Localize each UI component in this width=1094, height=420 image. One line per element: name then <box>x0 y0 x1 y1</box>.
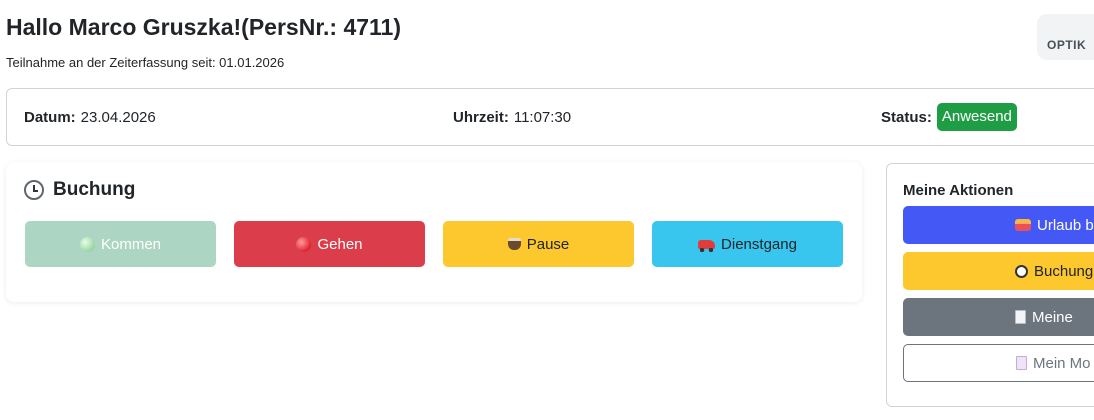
pause-label: Pause <box>526 235 570 253</box>
kommen-label: Kommen <box>100 235 162 253</box>
date-info: Datum: 23.04.2026 <box>24 89 156 145</box>
info-bar: Datum: 23.04.2026 Uhrzeit: 11:07:30 Stat… <box>6 88 1094 146</box>
gehen-button[interactable]: Gehen <box>234 221 425 267</box>
actions-card: Meine Aktionen Urlaub b Buchung Meine Me… <box>886 163 1094 407</box>
dienstgang-button[interactable]: Dienstgang <box>652 221 843 267</box>
coffee-icon <box>507 238 521 250</box>
meine-label: Meine <box>1032 308 1073 326</box>
actions-title: Meine Aktionen <box>903 182 1014 199</box>
dienstgang-label: Dienstgang <box>721 235 797 253</box>
suitcase-icon <box>1015 219 1031 231</box>
optik-button[interactable]: OPTIK <box>1037 14 1094 60</box>
date-value: 23.04.2026 <box>80 108 156 126</box>
time-value: 11:07:30 <box>513 108 572 126</box>
red-circle-icon <box>296 236 312 252</box>
booking-title-text: Buchung <box>53 179 136 200</box>
status-badge: Anwesend <box>936 103 1017 131</box>
green-circle-icon <box>79 236 95 252</box>
page-title: Hallo Marco Gruszka!(PersNr.: 4711) <box>6 14 401 40</box>
car-icon <box>698 239 716 252</box>
participation-subtitle: Teilnahme an der Zeiterfassung seit: 01.… <box>6 55 285 70</box>
mein-monat-button[interactable]: Mein Mo <box>903 344 1094 382</box>
buchung-action-button[interactable]: Buchung <box>903 252 1094 290</box>
time-label: Uhrzeit: <box>453 108 509 126</box>
status-info: Status: Anwesend <box>881 89 1017 145</box>
booking-card: Buchung Kommen Gehen Pause Dienstgang <box>6 162 862 302</box>
document-icon <box>1016 356 1027 370</box>
urlaub-label: Urlaub b <box>1037 216 1094 234</box>
status-label: Status: <box>881 108 932 126</box>
meine-button[interactable]: Meine <box>903 298 1094 336</box>
document-icon <box>1015 310 1026 324</box>
pause-button[interactable]: Pause <box>443 221 634 267</box>
stopwatch-icon <box>1015 264 1028 278</box>
time-info: Uhrzeit: 11:07:30 <box>453 89 571 145</box>
date-label: Datum: <box>24 108 76 126</box>
buchung-action-label: Buchung <box>1034 262 1094 280</box>
gehen-label: Gehen <box>317 235 363 253</box>
booking-title: Buchung <box>24 179 135 201</box>
mein-monat-label: Mein Mo <box>1033 354 1091 372</box>
clock-icon <box>24 180 44 200</box>
kommen-button[interactable]: Kommen <box>25 221 216 267</box>
urlaub-button[interactable]: Urlaub b <box>903 206 1094 244</box>
